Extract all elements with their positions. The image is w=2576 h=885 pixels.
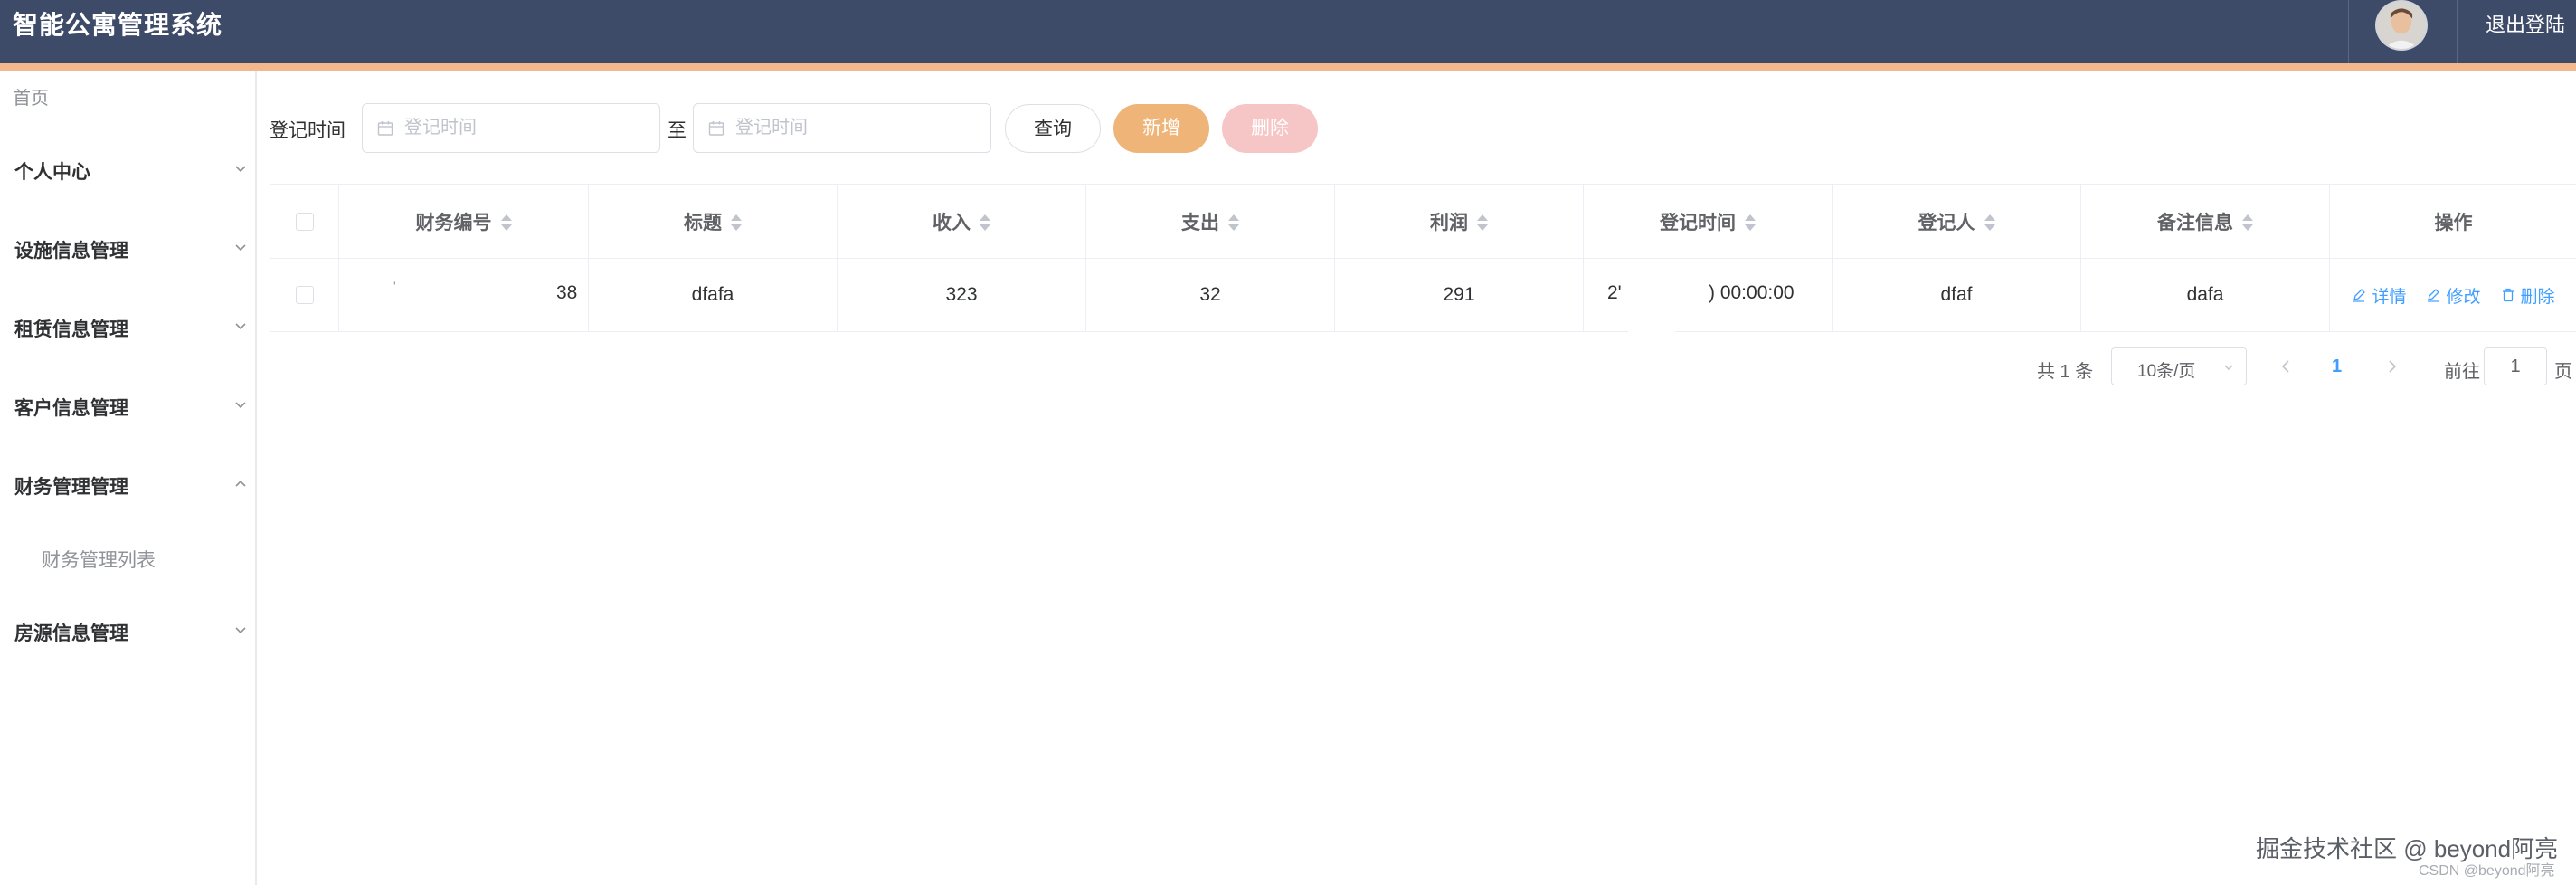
menu-label: 财务管理管理 <box>14 477 128 498</box>
occluding-overlay <box>1628 271 1675 335</box>
cell-remark: dafa <box>2081 259 2330 331</box>
breadcrumb-home[interactable]: 首页 <box>13 83 49 109</box>
column-header-title[interactable]: 标题 <box>589 185 838 258</box>
page-size-value: 10条/页 <box>2137 362 2196 381</box>
cell-profit: 291 <box>1335 259 1584 331</box>
sort-icon[interactable] <box>1984 214 1995 232</box>
query-button[interactable]: 查询 <box>1005 104 1101 153</box>
watermark-csdn: CSDN @beyond阿亮 <box>2419 863 2555 879</box>
pagination-total: 共 1 条 <box>2037 362 2094 382</box>
finance-id-fragment: ' <box>393 279 396 293</box>
menu-personal-center[interactable]: 个人中心 <box>0 145 257 199</box>
menu-label: 设施信息管理 <box>14 241 128 262</box>
chevron-up-icon <box>235 480 246 487</box>
sort-icon[interactable] <box>1745 214 1756 232</box>
detail-link[interactable]: 详情 <box>2352 283 2406 308</box>
row-checkbox[interactable] <box>295 286 314 304</box>
column-header-registrant[interactable]: 登记人 <box>1833 185 2081 258</box>
top-header: 智能公寓管理系统 退出登陆 <box>0 0 2576 63</box>
select-all-checkbox[interactable] <box>295 212 314 231</box>
page-size-select[interactable]: 10条/页 <box>2111 347 2247 385</box>
cell-actions: 详情 修改 删除 <box>2330 259 2576 331</box>
column-header-remark[interactable]: 备注信息 <box>2081 185 2330 258</box>
column-header-actions: 操作 <box>2434 212 2473 233</box>
table-header: 财务编号 标题 收入 支出 利润 登记时间 登记人 备注信息 操作 <box>270 185 2576 259</box>
finance-id-value: 38 <box>556 282 578 303</box>
finance-table: 财务编号 标题 收入 支出 利润 登记时间 登记人 备注信息 操作 ' 38 d… <box>270 184 2576 332</box>
end-date-picker[interactable] <box>693 103 991 153</box>
chevron-down-icon <box>235 402 246 409</box>
chevron-down-icon <box>235 166 246 173</box>
cell-finance-id: ' 38 <box>339 259 589 331</box>
cell-income: 323 <box>838 259 1086 331</box>
menu-housing-info[interactable]: 房源信息管理 <box>0 606 257 661</box>
trash-icon <box>2502 288 2514 302</box>
edit-icon <box>2353 289 2366 302</box>
menu-label: 租赁信息管理 <box>14 319 128 340</box>
range-separator: 至 <box>668 120 687 141</box>
chevron-down-icon <box>2224 365 2233 371</box>
calendar-icon <box>377 121 393 136</box>
cell-title: dfafa <box>589 259 838 331</box>
menu-label: 个人中心 <box>14 162 90 183</box>
column-header-income[interactable]: 收入 <box>838 185 1086 258</box>
menu-customer-info[interactable]: 客户信息管理 <box>0 381 257 435</box>
chevron-down-icon <box>235 627 246 634</box>
delete-link[interactable]: 删除 <box>2501 283 2555 308</box>
end-date-input[interactable] <box>735 104 980 152</box>
logout-button[interactable]: 退出登陆 <box>2486 9 2565 38</box>
cell-expense: 32 <box>1086 259 1335 331</box>
sort-icon[interactable] <box>980 214 990 232</box>
column-header-finance-id[interactable]: 财务编号 <box>339 185 589 258</box>
sort-icon[interactable] <box>500 214 512 232</box>
page-suffix-label: 页 <box>2554 362 2572 382</box>
sort-icon[interactable] <box>731 214 742 232</box>
menu-label: 客户信息管理 <box>14 398 128 419</box>
header-accent-line <box>0 63 2576 71</box>
register-time-value: ) 00:00:00 <box>1709 282 1795 303</box>
search-time-label: 登记时间 <box>270 120 346 141</box>
menu-facility-info[interactable]: 设施信息管理 <box>0 224 257 278</box>
header-divider <box>2348 0 2349 63</box>
start-date-input[interactable] <box>404 104 649 152</box>
cell-register-time: 2' ) 00:00:00 <box>1584 259 1833 331</box>
start-date-picker[interactable] <box>362 103 660 153</box>
table-row: ' 38 dfafa 323 32 291 2' ) 00:00:00 dfaf… <box>270 259 2576 331</box>
chevron-down-icon <box>235 244 246 252</box>
header-checkbox-cell <box>270 185 339 258</box>
sort-icon[interactable] <box>1228 214 1239 232</box>
register-time-fragment: 2' <box>1607 282 1622 303</box>
column-header-profit[interactable]: 利润 <box>1335 185 1584 258</box>
goto-page-input[interactable] <box>2484 347 2547 385</box>
sort-icon[interactable] <box>2242 214 2253 232</box>
goto-label: 前往 <box>2444 362 2480 382</box>
column-header-register-time[interactable]: 登记时间 <box>1584 185 1833 258</box>
column-header-expense[interactable]: 支出 <box>1086 185 1335 258</box>
next-page-icon[interactable] <box>2382 357 2401 376</box>
batch-delete-button[interactable]: 删除 <box>1222 104 1318 153</box>
chevron-down-icon <box>235 323 246 330</box>
edit-link[interactable]: 修改 <box>2426 283 2481 308</box>
menu-lease-info[interactable]: 租赁信息管理 <box>0 302 257 357</box>
row-checkbox-cell <box>270 259 339 331</box>
submenu-finance-list[interactable]: 财务管理列表 <box>42 546 156 573</box>
header-divider <box>2457 0 2458 63</box>
cell-registrant: dfaf <box>1833 259 2081 331</box>
page-number-current[interactable]: 1 <box>2332 357 2342 377</box>
app-title: 智能公寓管理系统 <box>13 11 223 39</box>
sort-icon[interactable] <box>1477 214 1488 232</box>
menu-finance[interactable]: 财务管理管理 <box>0 460 257 514</box>
add-button[interactable]: 新增 <box>1113 104 1209 153</box>
menu-label: 房源信息管理 <box>14 623 128 644</box>
edit-icon <box>2428 289 2440 302</box>
calendar-icon <box>708 121 724 136</box>
user-avatar[interactable] <box>2375 0 2428 51</box>
prev-page-icon[interactable] <box>2278 357 2296 376</box>
